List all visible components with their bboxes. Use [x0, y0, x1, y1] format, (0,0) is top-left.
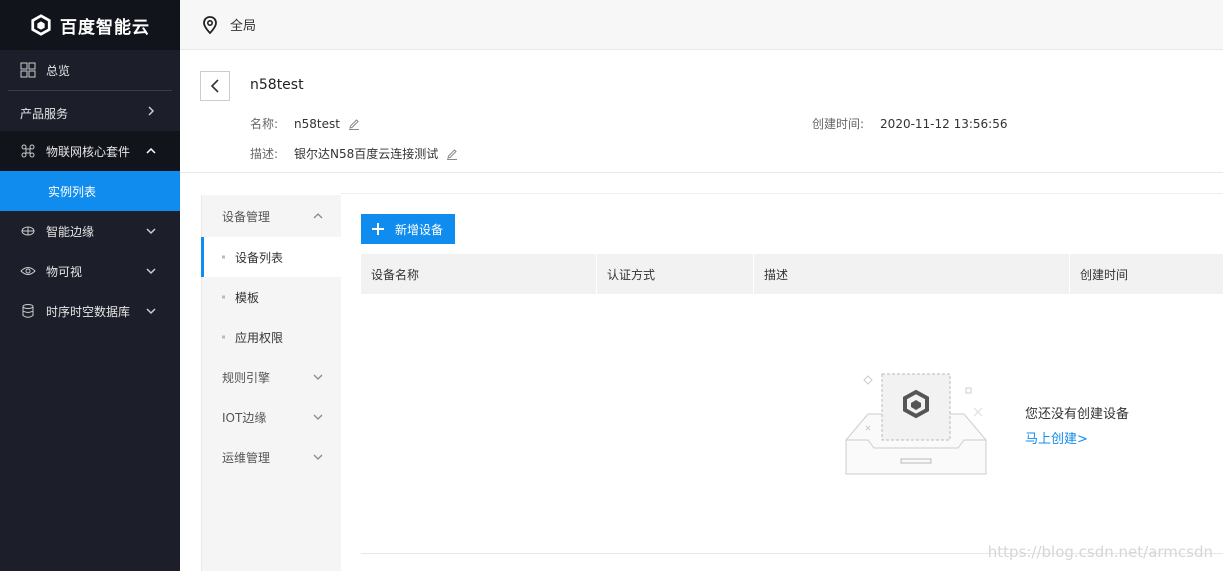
sidebar-item-instance-list[interactable]: 实例列表 [0, 171, 180, 211]
sidebar-item-label: 时序时空数据库 [46, 304, 131, 319]
subnav-group-device-mgmt[interactable]: 设备管理 [202, 195, 341, 237]
subnav-group-label: 运维管理 [222, 450, 271, 465]
add-device-button[interactable]: 新增设备 [361, 214, 455, 244]
chevron-left-icon [210, 79, 219, 93]
subnav-group-label: 规则引擎 [222, 370, 271, 385]
name-label: 名称: [250, 117, 279, 131]
created-label: 创建时间: [812, 117, 865, 131]
sidebar-item-tsdb[interactable]: 时序时空数据库 [0, 291, 180, 331]
name-row: 名称: n58test [250, 115, 360, 132]
column-header: 认证方式 [597, 254, 754, 294]
chevron-right-icon [148, 106, 155, 116]
sidebar-item-products[interactable]: 产品服务 [0, 91, 180, 131]
top-bar: 全局 [180, 0, 1223, 50]
chevron-down-icon [146, 308, 156, 315]
brand-name: 百度智能云 [60, 17, 150, 38]
sidebar-item-label: 产品服务 [20, 106, 69, 121]
sidebar: 百度智能云 总览 产品服务 物联网核心套件 实例列表 智能边缘 物可视 时序时空… [0, 0, 180, 571]
plus-icon [372, 223, 384, 235]
content-divider [341, 193, 1223, 194]
database-icon [20, 303, 36, 319]
sidebar-item-overview[interactable]: 总览 [0, 50, 180, 90]
chevron-down-icon [313, 454, 323, 460]
chevron-up-icon [313, 213, 323, 219]
sidebar-item-label: 实例列表 [48, 184, 97, 199]
subnav-group-ops-mgmt[interactable]: 运维管理 [202, 437, 341, 477]
header-divider [180, 172, 1223, 173]
back-button[interactable] [200, 71, 230, 101]
subnav-item-label: 模板 [235, 290, 260, 305]
chevron-down-icon [146, 228, 156, 235]
subnav-item-label: 应用权限 [235, 330, 284, 345]
sub-nav: 设备管理 设备列表 模板 应用权限 规则引擎 IOT边缘 运维管理 [201, 195, 341, 571]
edit-icon[interactable] [348, 118, 360, 130]
description-label: 描述: [250, 147, 279, 161]
subnav-item-app-permission[interactable]: 应用权限 [202, 317, 341, 357]
chevron-down-icon [313, 414, 323, 420]
sidebar-item-label: 总览 [46, 63, 71, 78]
edit-icon[interactable] [446, 148, 458, 160]
table-header: 设备名称 认证方式 描述 创建时间 [361, 254, 1223, 294]
chevron-down-icon [313, 374, 323, 380]
column-header: 描述 [754, 254, 1070, 294]
grid-icon [20, 62, 36, 78]
subnav-group-rule-engine[interactable]: 规则引擎 [202, 357, 341, 397]
subnav-group-label: 设备管理 [222, 209, 271, 224]
sidebar-item-label: 物联网核心套件 [46, 144, 131, 159]
empty-box-illustration [845, 373, 987, 475]
subnav-item-template[interactable]: 模板 [202, 277, 341, 317]
location-pin-icon [203, 15, 217, 34]
empty-state-message: 您还没有创建设备 [1025, 407, 1130, 422]
subnav-group-iot-edge[interactable]: IOT边缘 [202, 397, 341, 437]
sidebar-item-smart-edge[interactable]: 智能边缘 [0, 211, 180, 251]
chevron-up-icon [146, 147, 156, 154]
name-value: n58test [294, 116, 340, 131]
region-selector[interactable]: 全局 [230, 15, 256, 34]
edge-icon [20, 223, 36, 239]
sidebar-item-label: 智能边缘 [46, 224, 95, 239]
created-value: 2020-11-12 13:56:56 [880, 116, 1008, 131]
chevron-down-icon [146, 268, 156, 275]
column-header: 设备名称 [361, 254, 597, 294]
create-now-link[interactable]: 马上创建> [1025, 428, 1088, 447]
add-device-label: 新增设备 [395, 222, 444, 237]
sidebar-item-visualization[interactable]: 物可视 [0, 251, 180, 291]
page-title: n58test [250, 77, 304, 93]
column-header: 创建时间 [1080, 267, 1129, 282]
brand-logo[interactable]: 百度智能云 [0, 0, 180, 50]
subnav-item-device-list[interactable]: 设备列表 [201, 237, 341, 277]
watermark: https://blog.csdn.net/armcsdn [987, 543, 1213, 561]
subnav-group-label: IOT边缘 [222, 410, 267, 425]
subnav-item-label: 设备列表 [235, 250, 284, 265]
baidu-cloud-logo-icon [31, 14, 51, 36]
sidebar-item-iot-core[interactable]: 物联网核心套件 [0, 131, 180, 171]
description-value: 银尔达N58百度云连接测试 [294, 147, 439, 161]
description-row: 描述: 银尔达N58百度云连接测试 [250, 145, 458, 162]
eye-icon [20, 263, 36, 279]
sidebar-item-label: 物可视 [46, 264, 83, 279]
iot-core-icon [20, 143, 36, 159]
created-row: 创建时间: 2020-11-12 13:56:56 [812, 115, 1008, 132]
